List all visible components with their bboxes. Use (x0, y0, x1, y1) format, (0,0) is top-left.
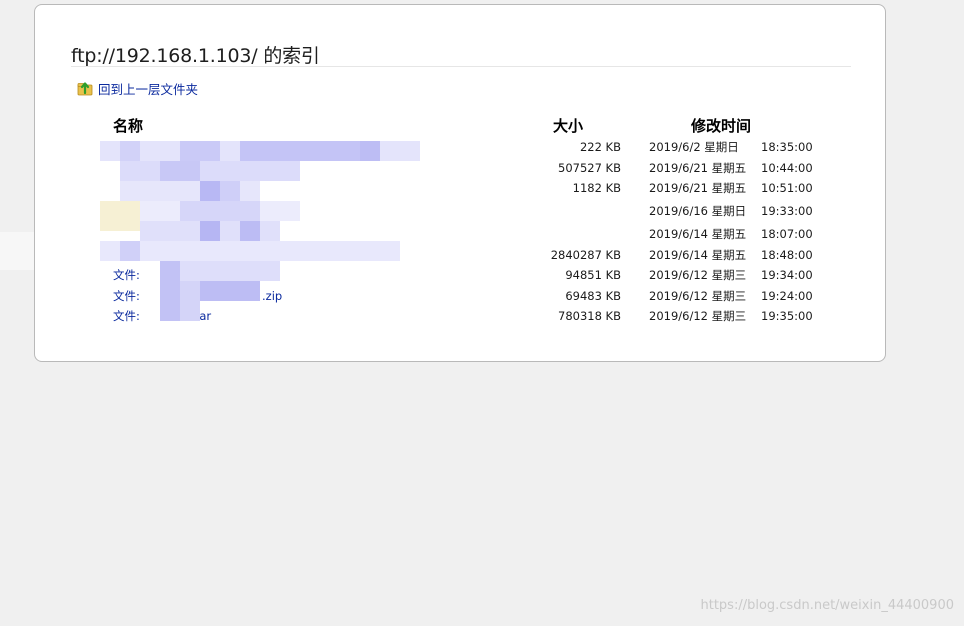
file-size: 1182 KB (572, 181, 621, 195)
page-title: ftp://192.168.1.103/ 的索引 (71, 45, 320, 67)
file-date: 2019/6/2 星期日 (649, 140, 739, 154)
file-date: 2019/6/16 星期日 (649, 204, 747, 218)
file-name[interactable]: 文件: (113, 307, 140, 325)
title-divider (71, 66, 851, 67)
table-row[interactable]: 507527 KB 2019/6/21 星期五 10:44:00 (35, 159, 887, 177)
file-size: 222 KB (579, 140, 621, 154)
file-date: 2019/6/12 星期三 (649, 309, 747, 323)
file-size: 69483 KB (565, 289, 621, 303)
table-row[interactable]: 222 KB 2019/6/2 星期日 18:35:00 (35, 138, 887, 156)
table-row[interactable]: 2019/6/14 星期五 18:07:00 (35, 225, 887, 243)
file-time: 19:34:00 (761, 268, 813, 282)
file-time: 10:51:00 (761, 181, 813, 195)
column-header-modified[interactable]: 修改时间 (691, 115, 751, 136)
file-time: 18:07:00 (761, 227, 813, 241)
table-row[interactable]: 文件: .zip 69483 KB 2019/6/12 星期三 19:24:00 (35, 287, 887, 305)
file-size: 94851 KB (565, 268, 621, 282)
file-size: 2840287 KB (550, 248, 621, 262)
file-time: 19:24:00 (761, 289, 813, 303)
file-size: 507527 KB (558, 161, 621, 175)
file-date: 2019/6/14 星期五 (649, 248, 747, 262)
directory-listing-panel: ftp://192.168.1.103/ 的索引 回到上一层文件夹 名称 大小 … (34, 4, 886, 362)
file-date: 2019/6/21 星期五 (649, 181, 747, 195)
watermark: https://blog.csdn.net/weixin_44400900 (700, 598, 954, 613)
file-extension[interactable]: .zip (262, 287, 282, 305)
file-name[interactable]: 文件: (113, 266, 140, 284)
table-row[interactable]: 1182 KB 2019/6/21 星期五 10:51:00 (35, 179, 887, 197)
file-time: 18:48:00 (761, 248, 813, 262)
table-row[interactable]: 文件: 94851 KB 2019/6/12 星期三 19:34:00 (35, 266, 887, 284)
file-date: 2019/6/12 星期三 (649, 268, 747, 282)
file-time: 18:35:00 (761, 140, 813, 154)
file-name[interactable]: 文件: (113, 287, 140, 305)
file-date: 2019/6/14 星期五 (649, 227, 747, 241)
file-extension[interactable]: .rar (191, 307, 211, 325)
file-time: 19:33:00 (761, 204, 813, 218)
file-size: 780318 KB (558, 309, 621, 323)
parent-folder-label: 回到上一层文件夹 (98, 81, 199, 97)
column-header-name[interactable]: 名称 (113, 115, 143, 136)
table-row[interactable]: 文件: .rar 780318 KB 2019/6/12 星期三 19:35:0… (35, 307, 887, 325)
parent-folder-link[interactable]: 回到上一层文件夹 (77, 79, 198, 97)
column-header-size[interactable]: 大小 (553, 115, 583, 136)
table-row[interactable]: 2840287 KB 2019/6/14 星期五 18:48:00 (35, 246, 887, 264)
file-date: 2019/6/21 星期五 (649, 161, 747, 175)
folder-up-icon (77, 80, 93, 96)
table-row[interactable]: 2019/6/16 星期日 19:33:00 (35, 202, 887, 220)
file-time: 19:35:00 (761, 309, 813, 323)
file-time: 10:44:00 (761, 161, 813, 175)
file-date: 2019/6/12 星期三 (649, 289, 747, 303)
